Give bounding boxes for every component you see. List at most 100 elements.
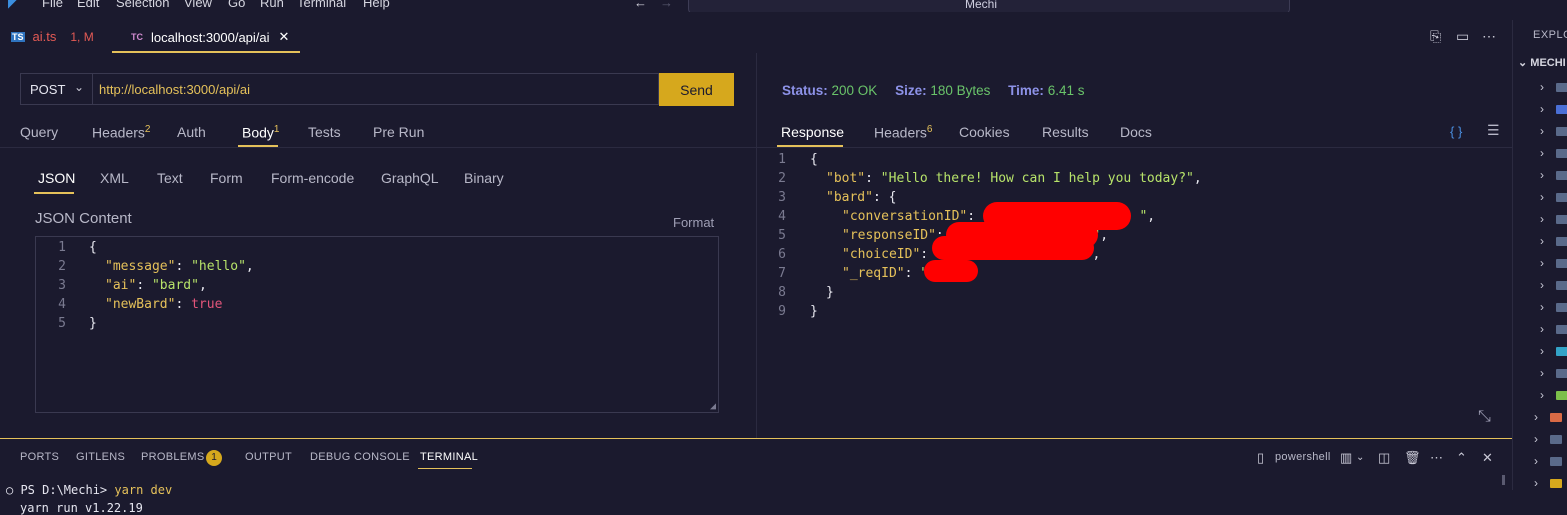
tree-item[interactable]: › xyxy=(1540,234,1567,248)
panel-tab-problems[interactable]: PROBLEMS xyxy=(141,451,205,463)
open-changes-icon[interactable]: ⎘ xyxy=(1430,28,1441,45)
menu-file[interactable]: File xyxy=(42,0,63,10)
braces-icon[interactable]: { } xyxy=(1450,124,1462,139)
command-center-search[interactable]: Mechi xyxy=(688,0,1290,12)
tree-item[interactable]: › xyxy=(1540,278,1567,292)
tree-item[interactable]: › xyxy=(1540,344,1567,358)
split-editor-icon[interactable]: ▭ xyxy=(1456,28,1469,45)
chevron-down-icon[interactable]: ⌄ xyxy=(1356,452,1364,463)
more-actions-icon[interactable]: ⋯ xyxy=(1482,28,1496,45)
json-tab-underline xyxy=(34,192,74,194)
chevron-right-icon: › xyxy=(1540,256,1544,270)
line-number: 2 xyxy=(778,171,786,186)
tab-headers[interactable]: Headers2 xyxy=(92,124,150,141)
tab-tests[interactable]: Tests xyxy=(308,124,341,140)
chevron-right-icon: › xyxy=(1540,234,1544,248)
menu-terminal[interactable]: Terminal xyxy=(297,0,346,10)
menu-edit[interactable]: Edit xyxy=(77,0,99,10)
maximize-panel-icon[interactable]: ⌃ xyxy=(1456,450,1467,466)
body-tab-graphql[interactable]: GraphQL xyxy=(381,170,439,186)
json-body-editor[interactable]: 1 2 3 4 5 { "message": "hello", "ai": "b… xyxy=(35,236,719,413)
chevron-right-icon: › xyxy=(1540,300,1544,314)
url-input[interactable]: http://localhost:3000/api/ai xyxy=(92,73,659,105)
tab-docs[interactable]: Docs xyxy=(1120,124,1152,140)
chevron-right-icon: › xyxy=(1534,476,1538,490)
menu-run[interactable]: Run xyxy=(260,0,284,10)
tab-auth[interactable]: Auth xyxy=(177,124,206,140)
tree-item[interactable]: › xyxy=(1540,146,1567,160)
trash-icon[interactable]: 🗑 xyxy=(1404,450,1421,466)
tab-response[interactable]: Response xyxy=(781,124,844,140)
tab-query[interactable]: Query xyxy=(20,124,58,140)
tab-body[interactable]: Body1 xyxy=(242,124,279,141)
menu-selection[interactable]: Selection xyxy=(116,0,169,10)
tab-response-headers[interactable]: Headers6 xyxy=(874,124,932,141)
folder-icon xyxy=(1556,127,1567,136)
panel-tab-gitlens[interactable]: GITLENS xyxy=(76,451,125,463)
menu-view[interactable]: View xyxy=(184,0,212,10)
folder-icon xyxy=(1556,347,1567,356)
terminal-shell-name[interactable]: powershell xyxy=(1275,451,1331,463)
send-button[interactable]: Send xyxy=(659,73,734,106)
tree-item[interactable]: › xyxy=(1540,322,1567,336)
format-button[interactable]: Format xyxy=(673,215,714,230)
expand-icon[interactable]: ⤡ xyxy=(1478,408,1491,426)
body-tab-xml[interactable]: XML xyxy=(100,170,129,186)
close-panel-icon[interactable]: ✕ xyxy=(1482,450,1493,466)
panel-tab-terminal[interactable]: TERMINAL xyxy=(420,451,478,463)
json-content-label: JSON Content xyxy=(35,210,132,227)
back-arrow-icon[interactable]: ← xyxy=(634,0,647,10)
split-panel-icon[interactable]: ◫ xyxy=(1378,450,1390,466)
tab-thunder-client[interactable]: TC localhost:3000/api/ai ✕ xyxy=(112,20,300,53)
vscode-logo-icon: ◤ xyxy=(8,0,18,10)
more-actions-icon[interactable]: ⋯ xyxy=(1430,450,1443,466)
close-icon[interactable]: ✕ xyxy=(279,29,290,45)
json-key: "_reqID" xyxy=(842,266,905,281)
tab-results[interactable]: Results xyxy=(1042,124,1089,140)
tab-ai-ts[interactable]: TS ai.ts 1, M xyxy=(0,20,112,53)
json-key: "message" xyxy=(105,259,176,274)
explorer-root-folder[interactable]: ⌄ MECHI xyxy=(1518,56,1566,69)
resize-handle-icon[interactable]: ◢ xyxy=(710,401,716,412)
tree-item[interactable]: › xyxy=(1534,454,1564,468)
scrollbar-thumb[interactable] xyxy=(1502,475,1505,485)
tree-item[interactable]: › xyxy=(1540,212,1567,226)
tree-item[interactable]: › xyxy=(1540,124,1567,138)
forward-arrow-icon[interactable]: → xyxy=(660,0,673,10)
bottom-panel: PORTS GITLENS PROBLEMS 1 OUTPUT DEBUG CO… xyxy=(0,439,1512,515)
tab-pre-run[interactable]: Pre Run xyxy=(373,124,424,140)
line-number: 3 xyxy=(58,278,66,293)
tree-item[interactable]: › xyxy=(1540,366,1567,380)
tree-item[interactable]: › xyxy=(1540,300,1567,314)
tree-item[interactable]: › xyxy=(1540,80,1567,94)
wrap-lines-icon[interactable]: ☰ xyxy=(1487,122,1500,139)
tree-item[interactable]: › xyxy=(1534,432,1564,446)
menu-go[interactable]: Go xyxy=(228,0,245,10)
body-tab-form-encode[interactable]: Form-encode xyxy=(271,170,354,186)
tree-item[interactable]: › xyxy=(1540,190,1567,204)
menu-help[interactable]: Help xyxy=(363,0,390,10)
panel-tab-debug-console[interactable]: DEBUG CONSOLE xyxy=(310,451,410,463)
code-line: { xyxy=(89,240,97,255)
panel-tab-ports[interactable]: PORTS xyxy=(20,451,59,463)
body-tab-binary[interactable]: Binary xyxy=(464,170,504,186)
panel-tab-output[interactable]: OUTPUT xyxy=(245,451,292,463)
tree-item[interactable]: › xyxy=(1540,168,1567,182)
json-key: "bard" xyxy=(826,190,873,205)
size-label: Size: xyxy=(895,83,927,98)
method-value: POST xyxy=(30,81,66,97)
line-number: 7 xyxy=(778,266,786,281)
tree-item[interactable]: › xyxy=(1540,388,1567,402)
method-select[interactable]: POST ⌄ xyxy=(20,73,92,105)
tree-item[interactable]: › xyxy=(1540,102,1567,116)
body-tab-form[interactable]: Form xyxy=(210,170,243,186)
tree-item[interactable]: › xyxy=(1534,410,1564,424)
time-label: Time: xyxy=(1008,83,1044,98)
body-tab-json[interactable]: JSON xyxy=(38,170,75,186)
folder-icon xyxy=(1556,171,1567,180)
split-terminal-icon[interactable]: ▥ xyxy=(1340,450,1352,466)
body-tab-text[interactable]: Text xyxy=(157,170,183,186)
tree-item[interactable]: › xyxy=(1540,256,1567,270)
tab-cookies[interactable]: Cookies xyxy=(959,124,1010,140)
tree-item[interactable]: › xyxy=(1534,476,1564,490)
